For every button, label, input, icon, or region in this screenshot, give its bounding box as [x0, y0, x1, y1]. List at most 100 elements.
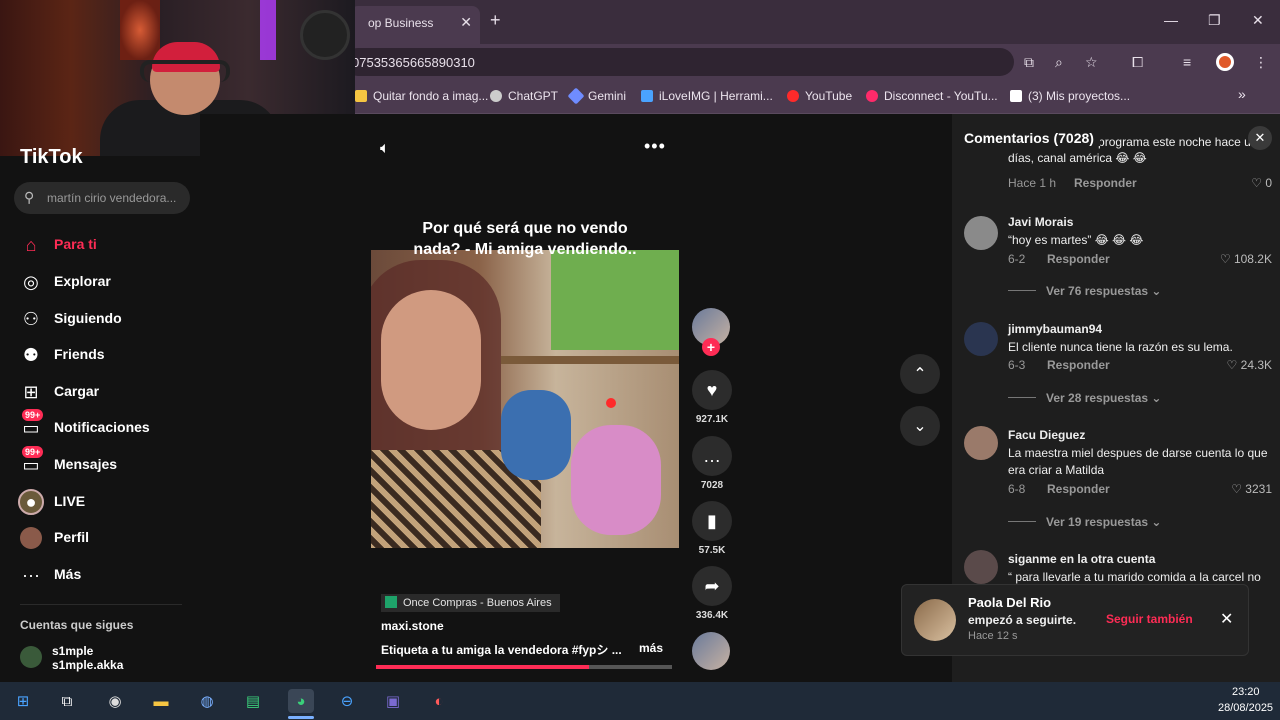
- avatar[interactable]: [914, 599, 956, 641]
- new-tab-icon[interactable]: +: [490, 10, 501, 31]
- comment-icon[interactable]: …: [692, 436, 732, 476]
- chevron-double-right-icon[interactable]: »: [1238, 86, 1246, 102]
- reply-button[interactable]: Responder: [1047, 358, 1110, 372]
- active-indicator: [288, 716, 314, 719]
- comment-action[interactable]: … 7028: [691, 436, 733, 491]
- nav-item-notificaciones[interactable]: ▭ 99+ Notificaciones: [18, 409, 188, 443]
- bookmark-item[interactable]: (3) Mis proyectos...: [1010, 89, 1130, 103]
- bookmark-item[interactable]: Quitar fondo a imag...: [355, 89, 488, 103]
- obs-icon[interactable]: ◐: [426, 689, 452, 713]
- reply-button[interactable]: Responder: [1074, 176, 1137, 190]
- nav-item-live[interactable]: ● LIVE: [18, 487, 188, 517]
- bookmark-item[interactable]: ChatGPT: [490, 89, 558, 103]
- clock-date[interactable]: 28/08/2025: [1218, 702, 1273, 714]
- steam-icon[interactable]: ◍: [194, 689, 220, 713]
- comment-like[interactable]: ♡ 24.3K: [1227, 358, 1272, 372]
- windows-start-icon[interactable]: ⊞: [10, 689, 36, 713]
- comment-date: 6-3: [1008, 358, 1026, 372]
- tiktok-logo[interactable]: TikTok: [20, 146, 83, 169]
- save-action[interactable]: ▮ 57.5K: [691, 501, 733, 556]
- nav-item-siguiendo[interactable]: ⚇ Siguiendo: [18, 304, 188, 334]
- avatar[interactable]: [964, 322, 998, 356]
- video-progress-bar[interactable]: [376, 665, 672, 669]
- minimize-icon[interactable]: —: [1164, 12, 1178, 28]
- more-options-icon[interactable]: •••: [644, 136, 666, 157]
- star-icon[interactable]: ☆: [1085, 54, 1098, 71]
- bookmark-item[interactable]: YouTube: [787, 89, 852, 103]
- browser-tab[interactable]: op Business ✕: [350, 6, 480, 44]
- extensions-icon[interactable]: ⧠: [1132, 54, 1143, 71]
- zoom-icon[interactable]: ⌕: [1055, 54, 1063, 71]
- address-bar[interactable]: 0753536566589031​0: [344, 48, 1014, 76]
- avatar[interactable]: [20, 646, 42, 668]
- restore-icon[interactable]: ❐: [1208, 12, 1221, 29]
- video-player[interactable]: [371, 250, 679, 548]
- comment-username[interactable]: Facu Dieguez: [1008, 428, 1085, 442]
- comment-like[interactable]: ♡ 0: [1251, 176, 1272, 190]
- toast-name[interactable]: Paola Del Rio: [968, 595, 1051, 610]
- nav-item-friends[interactable]: ⚉ Friends: [18, 340, 188, 370]
- nav-item-mensajes[interactable]: ▭ 99+ Mensajes: [18, 446, 188, 480]
- gemini-icon: [567, 87, 585, 105]
- comment-username[interactable]: siganme en la otra cuenta: [1008, 552, 1155, 566]
- like-action[interactable]: ♥ 927.1K: [691, 370, 733, 425]
- nav-item-para-ti[interactable]: ⌂ Para ti: [18, 230, 188, 260]
- file-explorer-icon[interactable]: ▬: [148, 689, 174, 713]
- close-icon[interactable]: ✕: [460, 14, 472, 31]
- nav-item-cargar[interactable]: ⊞ Cargar: [18, 377, 188, 407]
- window-close-icon[interactable]: ✕: [1252, 12, 1264, 29]
- comment-username[interactable]: jimmybauman94: [1008, 322, 1102, 336]
- close-icon[interactable]: ✕: [1248, 126, 1272, 150]
- profile-avatar[interactable]: [1216, 53, 1234, 71]
- reply-button[interactable]: Responder: [1047, 482, 1110, 496]
- volume-icon[interactable]: 🔈︎: [380, 140, 390, 158]
- close-icon[interactable]: ✕: [1220, 609, 1233, 629]
- avatar[interactable]: [964, 216, 998, 250]
- divider: [20, 604, 182, 605]
- nav-item-perfil[interactable]: Perfil: [18, 523, 188, 553]
- install-app-icon[interactable]: ⧉: [1024, 54, 1034, 71]
- comment-like[interactable]: ♡ 108.2K: [1220, 252, 1272, 266]
- bookmark-item[interactable]: Disconnect - YouTu...: [866, 89, 998, 103]
- app-icon[interactable]: ⊖: [334, 689, 360, 713]
- nav-item-explorar[interactable]: ◎ Explorar: [18, 267, 188, 297]
- next-video-avatar[interactable]: [692, 632, 730, 670]
- teams-icon[interactable]: ▣: [380, 689, 406, 713]
- clock-time[interactable]: 23:20: [1232, 686, 1260, 698]
- video-scene: [381, 290, 481, 430]
- nav-item-mas[interactable]: ··· Más: [18, 560, 188, 590]
- media-control-icon[interactable]: ≡: [1183, 54, 1191, 70]
- avatar[interactable]: [964, 426, 998, 460]
- search-input[interactable]: ⚲ martín cirio vendedora...: [14, 182, 190, 214]
- view-replies[interactable]: Ver 19 respuestas ⌄: [1008, 515, 1161, 529]
- follow-back-button[interactable]: Seguir también: [1106, 612, 1193, 626]
- app-icon[interactable]: ▤: [240, 689, 266, 713]
- share-icon[interactable]: ➦: [692, 566, 732, 606]
- comment-like[interactable]: ♡ 3231: [1231, 482, 1272, 496]
- search-placeholder: martín cirio vendedora...: [47, 191, 177, 205]
- share-action[interactable]: ➦ 336.4K: [691, 566, 733, 621]
- avatar[interactable]: [964, 550, 998, 584]
- view-replies[interactable]: Ver 28 respuestas ⌄: [1008, 391, 1161, 405]
- task-view-icon[interactable]: ⧉: [54, 689, 80, 713]
- previous-video-button[interactable]: ⌃: [900, 354, 940, 394]
- video-author[interactable]: maxi.stone: [381, 619, 444, 633]
- more-link[interactable]: más: [639, 641, 663, 655]
- video-description: Etiqueta a tu amiga la vendedora #fypシ .…: [381, 643, 621, 657]
- bookmark-item[interactable]: Gemini: [567, 87, 626, 105]
- following-account-username[interactable]: s1mple.akka: [52, 658, 123, 672]
- next-video-button[interactable]: ⌄: [900, 406, 940, 446]
- view-replies[interactable]: Ver 76 respuestas ⌄: [1008, 284, 1161, 298]
- following-account-name[interactable]: s1mple: [52, 644, 93, 658]
- bookmark-item[interactable]: iLoveIMG | Herrami...: [641, 89, 773, 103]
- follow-plus-icon[interactable]: +: [702, 338, 720, 356]
- heart-icon[interactable]: ♥: [692, 370, 732, 410]
- bookmark-icon[interactable]: ▮: [692, 501, 732, 541]
- location-icon: [385, 596, 397, 608]
- menu-kebab-icon[interactable]: ⋮: [1254, 54, 1268, 71]
- comment-username[interactable]: Javi Morais: [1008, 215, 1073, 229]
- app-icon[interactable]: ◉: [102, 689, 128, 713]
- location-tag[interactable]: Once Compras - Buenos Aires: [381, 594, 560, 612]
- chrome-icon[interactable]: ◕: [288, 689, 314, 713]
- reply-button[interactable]: Responder: [1047, 252, 1110, 266]
